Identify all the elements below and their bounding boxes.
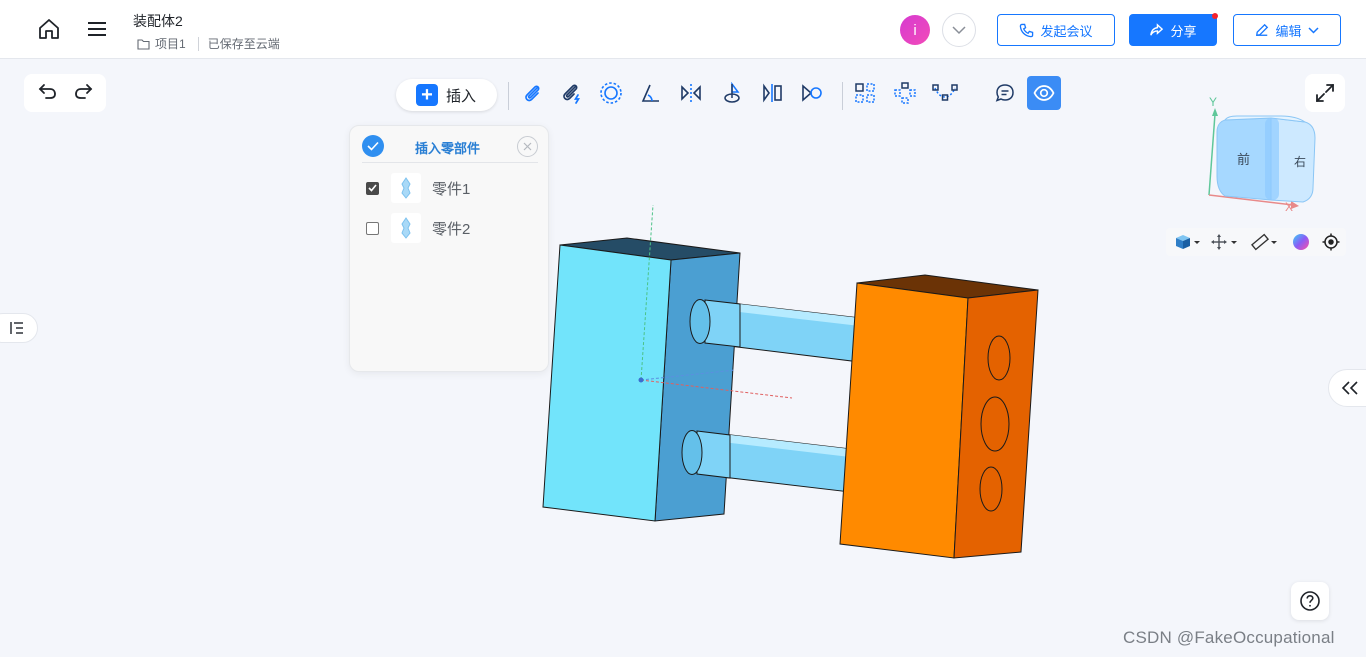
symmetric-mate-icon[interactable]	[756, 77, 788, 109]
origin-point	[638, 377, 644, 383]
share-button[interactable]: 分享	[1129, 13, 1218, 46]
chevron-down-icon	[952, 25, 966, 34]
collaborators-dropdown[interactable]	[942, 13, 976, 47]
circular-pattern-icon[interactable]	[889, 77, 921, 109]
axis-x-label: X	[1285, 200, 1293, 214]
move-icon	[1211, 234, 1238, 250]
help-icon	[1300, 591, 1320, 611]
part-row[interactable]: 零件1	[366, 173, 470, 203]
focus-button[interactable]	[1316, 228, 1346, 256]
feature-tree-toggle[interactable]	[0, 313, 38, 343]
mate-attach-icon[interactable]	[516, 77, 548, 109]
insert-parts-panel: 插入零部件 零件1 零件2	[349, 125, 549, 372]
part-thumbnail	[391, 173, 421, 203]
part-checkbox[interactable]	[366, 221, 379, 235]
insert-button[interactable]: + 插入	[396, 79, 497, 111]
view-cube[interactable]: Y X 前 右	[1195, 92, 1335, 218]
part2-front-face	[839, 282, 969, 559]
part-label: 零件2	[432, 220, 471, 238]
close-button[interactable]	[517, 136, 538, 157]
start-meeting-button[interactable]: 发起会议	[997, 14, 1115, 46]
peg-lower-cap	[681, 430, 703, 475]
home-icon[interactable]	[34, 14, 64, 44]
fast-mate-icon[interactable]	[555, 77, 587, 109]
panel-header: 插入零部件	[362, 135, 538, 163]
menu-icon[interactable]	[82, 14, 112, 44]
cube-edge	[1265, 118, 1279, 200]
visibility-toggle-button[interactable]	[1027, 76, 1061, 110]
part-label: 零件1	[432, 180, 471, 198]
tangent-mate-icon[interactable]	[796, 77, 828, 109]
right-panel-toggle[interactable]	[1328, 369, 1366, 407]
axis-y-label: Y	[1209, 95, 1217, 109]
double-chevron-left-icon	[1341, 381, 1358, 395]
peg-upper-cap	[689, 299, 711, 344]
part-checkbox[interactable]	[366, 181, 379, 195]
top-header: 装配体2 项目1 已保存至云端 i 发起会议 分享 编辑	[0, 0, 1366, 59]
cube-icon	[1175, 235, 1200, 249]
help-button[interactable]	[1291, 582, 1329, 620]
share-icon	[1150, 22, 1164, 36]
angle-mate-icon[interactable]	[635, 77, 667, 109]
part2-hole-middle	[980, 396, 1010, 452]
edit-mode-dropdown[interactable]: 编辑	[1233, 14, 1341, 46]
meta-divider	[197, 36, 199, 51]
redo-icon[interactable]	[73, 81, 93, 106]
pencil-icon	[1256, 23, 1269, 37]
curve-pattern-icon[interactable]	[929, 77, 961, 109]
view-tools-bar	[1166, 228, 1346, 256]
close-icon	[523, 142, 532, 151]
cube-front-label: 前	[1237, 152, 1250, 168]
toolbar-divider	[508, 82, 509, 110]
panel-title: 插入零部件	[415, 141, 481, 156]
display-style-dropdown[interactable]	[1170, 228, 1204, 256]
save-status: 已保存至云端	[207, 37, 280, 51]
project-link[interactable]: 项目1	[155, 35, 186, 52]
measure-dropdown[interactable]	[1247, 228, 1283, 256]
eye-icon	[1033, 85, 1055, 101]
confirm-button[interactable]	[362, 135, 384, 157]
part2-hole-bottom	[979, 466, 1003, 512]
part2-hole-top	[987, 335, 1011, 381]
part-thumbnail	[391, 213, 421, 243]
target-icon	[1322, 233, 1340, 251]
position-mate-icon[interactable]	[716, 77, 748, 109]
avatar[interactable]: i	[900, 15, 930, 45]
part1-front-face	[542, 244, 672, 522]
document-meta: 项目1 已保存至云端	[137, 35, 280, 52]
phone-icon	[1020, 23, 1034, 37]
axis-y-line	[1208, 113, 1216, 196]
folder-icon	[137, 38, 150, 50]
plus-icon: +	[416, 84, 438, 106]
toolbar-divider	[842, 82, 843, 110]
explode-dropdown[interactable]	[1208, 228, 1244, 256]
color-palette-icon	[1292, 234, 1309, 250]
mirror-icon[interactable]	[675, 77, 707, 109]
appearance-button[interactable]	[1287, 228, 1315, 256]
pattern-icon[interactable]	[849, 77, 881, 109]
concentric-mate-icon[interactable]	[595, 77, 627, 109]
comment-icon[interactable]	[989, 77, 1021, 109]
notification-dot	[1212, 13, 1218, 19]
chevron-down-icon	[1307, 26, 1319, 34]
model-viewport[interactable]	[530, 200, 1050, 570]
watermark-text: CSDN @FakeOccupational	[1123, 628, 1335, 647]
history-controls	[24, 74, 106, 112]
part-row[interactable]: 零件2	[366, 213, 470, 243]
check-icon	[367, 141, 379, 151]
ruler-icon	[1250, 233, 1277, 251]
document-title[interactable]: 装配体2	[133, 11, 183, 31]
tree-list-icon	[10, 322, 23, 334]
undo-icon[interactable]	[38, 81, 58, 106]
axis-y-arrow	[1212, 108, 1218, 116]
cube-right-label: 右	[1294, 154, 1306, 169]
